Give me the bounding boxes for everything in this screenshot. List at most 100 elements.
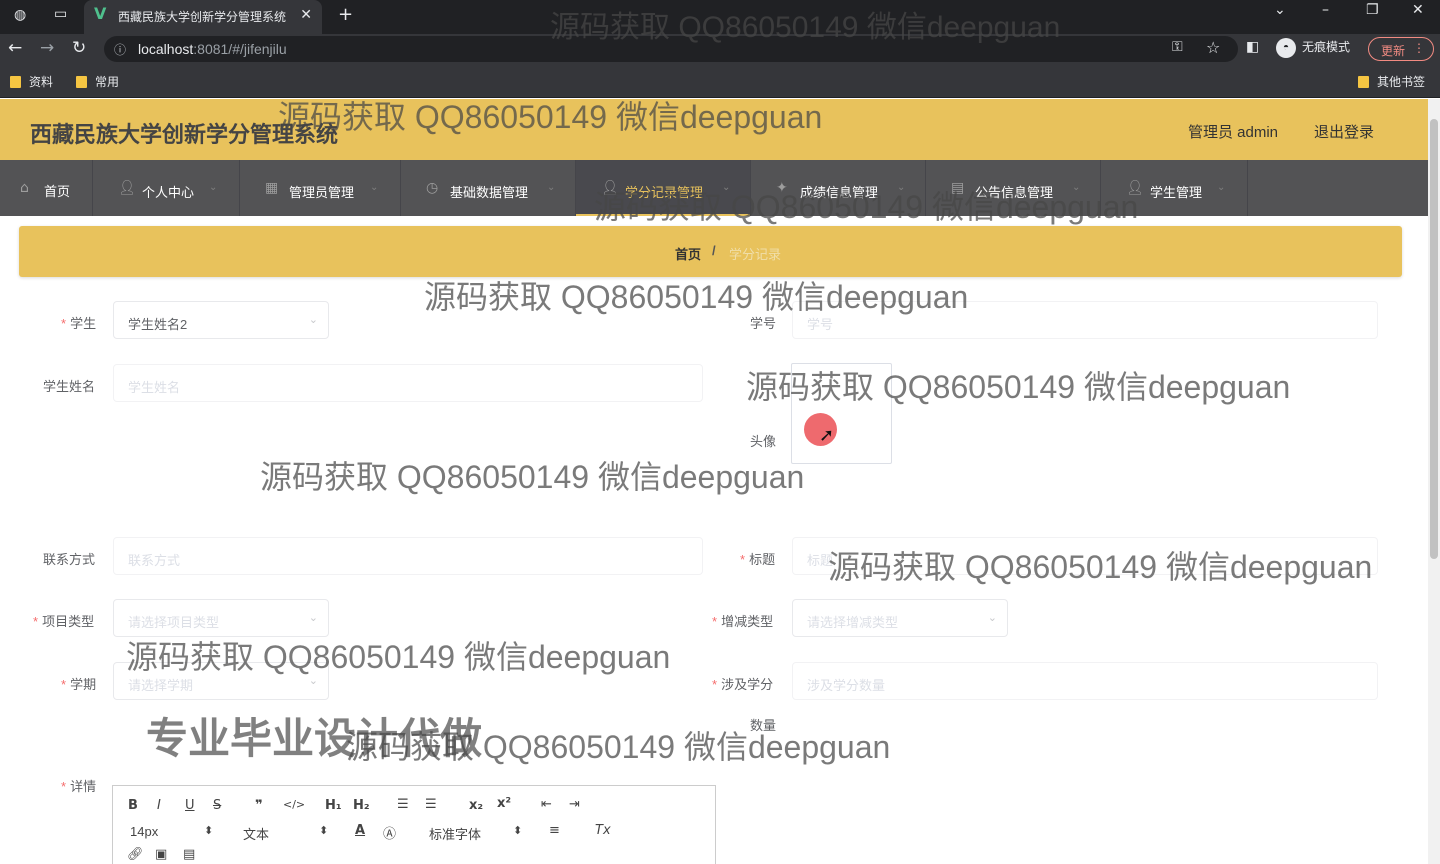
bookmark-star-icon[interactable]: ☆ (1206, 38, 1220, 57)
title-input[interactable]: 标题 (792, 537, 1378, 575)
bookmark-folder-ziliao[interactable]: 资料 (10, 73, 53, 90)
contact-label: 联系方式 (43, 552, 96, 567)
nav-item-announcements[interactable]: ▤ 公告信息管理 ⌄ (926, 160, 1101, 216)
incognito-icon: ◓ (1276, 38, 1296, 58)
url-input[interactable]: ⓘ localhost:8081/#/jifenjilu ⚿ ☆ (104, 36, 1238, 62)
nav-item-grades[interactable]: ✦ 成绩信息管理 ⌄ (751, 160, 926, 216)
reload-icon[interactable]: ↻ (72, 38, 86, 58)
credits-label: * 涉及学分 (712, 677, 774, 692)
paragraph-select[interactable]: 文本 ⬍ (243, 824, 333, 843)
nav-item-credit-records[interactable]: 👤︎ 学分记录管理 ⌄ (576, 160, 751, 216)
folder-icon (1358, 76, 1369, 88)
semester-label: * 学期 (61, 677, 97, 692)
user-icon: 👤︎ (601, 180, 619, 196)
font-family-select[interactable]: 标准字体 ⬍ (429, 824, 529, 843)
nav-item-base-data[interactable]: ◷ 基础数据管理 ⌄ (401, 160, 576, 216)
window-icon[interactable]: ▭ (54, 6, 67, 22)
clear-format-icon[interactable]: Tx (595, 823, 611, 838)
side-panel-icon[interactable]: ◧ (1246, 39, 1259, 55)
link-icon[interactable]: 🔗︎ (127, 847, 144, 862)
nav-item-admin[interactable]: ▦ 管理员管理 ⌄ (240, 160, 401, 216)
new-tab-icon[interactable]: + (338, 4, 353, 25)
folder-icon (76, 76, 87, 88)
clock-icon: ◷ (426, 180, 439, 196)
rich-text-editor[interactable]: B I U S ❞ </> H₁ H₂ ☰ ☰ x₂ x² ⇤ ⇥ 14px ⬍ … (112, 785, 716, 864)
breadcrumb-home[interactable]: 首页 (675, 244, 701, 263)
student-select[interactable]: 学生姓名2 ⌄ (113, 301, 329, 339)
align-icon[interactable]: ≡ (549, 823, 560, 838)
student-no-label: 学号 (750, 316, 777, 331)
title-label: * 标题 (740, 552, 776, 567)
browser-address-bar: ← → ↻ ⓘ localhost:8081/#/jifenjilu ⚿ ☆ ◧… (0, 34, 1440, 64)
project-type-select[interactable]: 请选择项目类型 ⌄ (113, 599, 329, 637)
chevron-down-icon: ⌄ (1217, 182, 1226, 193)
home-icon: ⌂ (20, 180, 29, 196)
browser-tab-bar: ◍ ▭ V 西藏民族大学创新学分管理系统 ✕ + ⌄ – ❐ ✕ (0, 0, 1440, 34)
indent-icon[interactable]: ⇥ (569, 797, 580, 812)
incognito-indicator[interactable]: ◓ 无痕模式 (1276, 38, 1350, 58)
key-icon[interactable]: ⚿ (1172, 39, 1183, 55)
breadcrumb: 首页 / 学分记录 (19, 226, 1402, 277)
updown-arrow-icon: ⬍ (204, 824, 214, 837)
nav-item-home[interactable]: ⌂ 首页 (0, 160, 93, 216)
credits-input[interactable]: 涉及学分数量 (792, 662, 1378, 700)
updown-arrow-icon: ⬍ (513, 824, 523, 837)
background-color-icon[interactable]: Ⓐ (383, 823, 396, 842)
browser-menu-icon[interactable]: ◍ (14, 7, 26, 23)
contact-input[interactable]: 联系方式 (113, 537, 703, 575)
admin-user-label: 管理员 admin (1188, 124, 1279, 141)
student-name-input[interactable]: 学生姓名 (113, 364, 703, 402)
video-icon[interactable]: ▤ (183, 847, 195, 862)
image-icon[interactable]: ▣ (155, 847, 167, 862)
subscript-icon[interactable]: x₂ (469, 798, 483, 813)
page-scrollbar[interactable] (1428, 99, 1440, 864)
doc-icon: ▤ (951, 180, 965, 196)
tab-search-icon[interactable]: ⌄ (1274, 2, 1286, 18)
font-color-icon[interactable]: A (355, 823, 365, 838)
logout-link[interactable]: 退出登录 (1314, 121, 1374, 142)
outdent-icon[interactable]: ⇤ (541, 797, 552, 812)
browser-tab[interactable]: V 西藏民族大学创新学分管理系统 ✕ (84, 0, 322, 34)
heading1-icon[interactable]: H₁ (325, 798, 342, 813)
superscript-icon[interactable]: x² (497, 796, 511, 811)
more-menu-icon[interactable]: ⋮ (1413, 41, 1425, 55)
chevron-down-icon: ⌄ (722, 182, 731, 193)
minimize-icon[interactable]: – (1322, 2, 1329, 18)
italic-icon[interactable]: I (157, 798, 161, 813)
code-icon[interactable]: </> (283, 798, 305, 811)
change-type-select[interactable]: 请选择增减类型 ⌄ (792, 599, 1008, 637)
app-header: 西藏民族大学创新学分管理系统 管理员 admin 退出登录 (0, 99, 1440, 160)
chevron-down-icon: ⌄ (897, 182, 906, 193)
quote-icon[interactable]: ❞ (255, 798, 263, 813)
student-name-label: 学生姓名 (43, 379, 96, 394)
underline-icon[interactable]: U (185, 798, 195, 813)
font-size-select[interactable]: 14px ⬍ (130, 824, 220, 839)
chevron-down-icon: ⌄ (308, 674, 318, 687)
updown-arrow-icon: ⬍ (319, 824, 329, 837)
nav-item-profile[interactable]: 👤︎ 个人中心 ⌄ (93, 160, 240, 216)
main-nav: ⌂ 首页 👤︎ 个人中心 ⌄ ▦ 管理员管理 ⌄ ◷ 基础数据管理 ⌄ 👤︎ 学… (0, 160, 1440, 216)
forward-icon[interactable]: → (40, 38, 54, 58)
tab-close-icon[interactable]: ✕ (300, 6, 312, 23)
nav-item-students[interactable]: 👤︎ 学生管理 ⌄ (1101, 160, 1248, 216)
restore-icon[interactable]: ❐ (1366, 2, 1379, 18)
heading2-icon[interactable]: H₂ (353, 798, 370, 813)
breadcrumb-separator: / (712, 243, 716, 258)
change-type-label: * 增减类型 (712, 614, 774, 629)
strikethrough-icon[interactable]: S (213, 798, 221, 813)
ordered-list-icon[interactable]: ☰ (397, 797, 409, 812)
close-window-icon[interactable]: ✕ (1412, 2, 1424, 18)
bold-icon[interactable]: B (128, 798, 138, 813)
chevron-down-icon: ⌄ (547, 182, 556, 193)
back-icon[interactable]: ← (8, 38, 22, 58)
student-no-input[interactable]: 学号 (792, 301, 1378, 339)
update-button[interactable]: 更新 ⋮ (1368, 37, 1434, 61)
site-info-icon[interactable]: ⓘ (114, 41, 126, 58)
bullet-list-icon[interactable]: ☰ (425, 797, 437, 812)
student-label: * 学生 (61, 316, 97, 331)
semester-select[interactable]: 请选择学期 ⌄ (113, 662, 329, 700)
scrollbar-thumb[interactable] (1430, 119, 1438, 559)
bookmark-folder-changyong[interactable]: 常用 (76, 73, 119, 90)
other-bookmarks[interactable]: 其他书签 (1358, 73, 1425, 90)
detail-label: * 详情 (61, 779, 97, 794)
